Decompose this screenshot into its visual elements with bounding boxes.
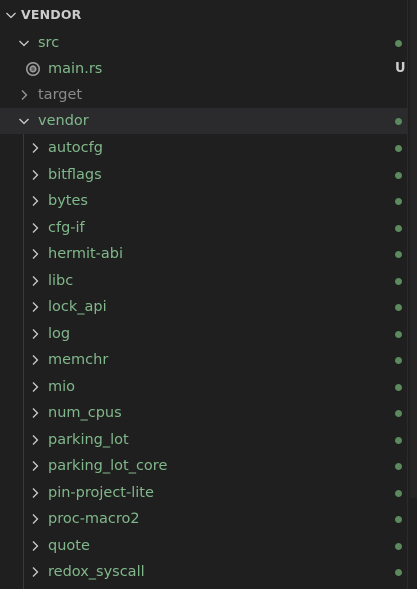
chevron-right-icon xyxy=(32,408,39,418)
tree-item-label: bytes xyxy=(48,193,88,209)
tree-item-label: proc-macro2 xyxy=(48,511,140,527)
chevron-right-icon xyxy=(32,461,39,471)
tree-item-crate[interactable]: bytes xyxy=(0,188,407,214)
tree-item-label: vendor xyxy=(38,113,89,129)
tree-item-label: autocfg xyxy=(48,140,103,156)
chevron-right-icon xyxy=(32,328,39,339)
tree-item-label: pin-project-lite xyxy=(48,484,154,501)
git-status-dot xyxy=(395,383,402,391)
scrollbar-thumb[interactable] xyxy=(410,0,417,498)
tree-item-label: mio xyxy=(48,378,76,395)
tree-item-label: lock_api xyxy=(48,299,107,315)
tree-item-crate[interactable]: autocfg xyxy=(0,135,407,161)
tree-item-label: bitflags xyxy=(48,166,102,183)
tree-item-crate[interactable]: parking_lot xyxy=(0,427,407,453)
tree-item-label: cfg-if xyxy=(48,219,85,236)
chevron-right-icon xyxy=(32,434,39,445)
git-status-dot xyxy=(395,145,402,152)
section-header-vendor[interactable]: VENDOR xyxy=(0,4,407,28)
chevron-right-icon xyxy=(21,90,28,100)
chevron-right-icon xyxy=(32,514,39,524)
tree-item-crate[interactable]: num_cpus xyxy=(0,400,407,426)
tree-item-label: quote xyxy=(48,537,90,554)
tree-item-label: redox_syscall xyxy=(48,564,145,580)
tree-item-crate[interactable]: libc xyxy=(0,268,407,294)
tree-item-crate[interactable]: mio xyxy=(0,374,407,400)
tree-item-src[interactable]: src xyxy=(0,30,407,56)
tree-item-vendor[interactable]: vendor xyxy=(0,108,407,134)
chevron-right-icon xyxy=(32,487,39,498)
tree-item-crate[interactable]: cfg-if xyxy=(0,215,407,241)
tree-item-crate[interactable]: quote xyxy=(0,533,407,559)
git-status-dot xyxy=(395,118,402,125)
chevron-right-icon xyxy=(32,196,39,206)
chevron-right-icon xyxy=(32,275,39,286)
tree-item-label: libc xyxy=(48,272,74,289)
git-status-dot xyxy=(395,410,402,417)
tree-item-crate[interactable]: log xyxy=(0,321,407,347)
tree-item-label: log xyxy=(48,325,71,342)
chevron-right-icon xyxy=(32,222,39,233)
tree-item-crate[interactable]: memchr xyxy=(0,347,407,373)
git-status-dot xyxy=(395,463,402,470)
chevron-right-icon xyxy=(32,540,39,551)
chevron-right-icon xyxy=(32,355,39,365)
git-status-dot xyxy=(395,224,402,232)
tree-item-crate[interactable]: hermit-abi xyxy=(0,241,407,267)
tree-item-crate[interactable]: parking_lot_core xyxy=(0,453,407,479)
git-status-badge: U xyxy=(395,61,406,76)
git-status-dot xyxy=(395,198,402,205)
git-status-dot xyxy=(395,40,402,47)
tree-item-label: hermit-abi xyxy=(48,246,124,262)
tree-item-target[interactable]: target xyxy=(0,82,407,108)
tree-item-crate[interactable]: proc-macro2 xyxy=(0,506,407,532)
tree-item-label: num_cpus xyxy=(48,405,122,421)
git-status-dot xyxy=(395,357,402,364)
chevron-right-icon xyxy=(32,381,39,392)
tree-item-label: target xyxy=(38,87,83,103)
explorer-panel: VENDOR src main.rs U target vendor autoc… xyxy=(0,0,407,589)
chevron-down-icon xyxy=(6,12,16,19)
chevron-down-icon xyxy=(19,118,29,125)
tree-item-label: main.rs xyxy=(48,61,103,77)
git-status-dot xyxy=(395,251,402,258)
git-status-dot xyxy=(395,171,402,179)
tree-item-label: memchr xyxy=(48,352,109,368)
chevron-down-icon xyxy=(19,40,29,47)
section-title: VENDOR xyxy=(21,7,82,22)
git-status-dot xyxy=(395,330,402,338)
tree-item-crate[interactable]: redox_syscall xyxy=(0,559,407,585)
git-status-dot xyxy=(395,277,402,285)
tree-item-crate[interactable]: pin-project-lite xyxy=(0,480,407,506)
chevron-right-icon xyxy=(32,567,39,577)
tree-item-crate[interactable]: lock_api xyxy=(0,294,407,320)
chevron-right-icon xyxy=(32,249,39,259)
tree-item-main-rs[interactable]: main.rs U xyxy=(0,56,407,82)
git-status-dot xyxy=(395,542,402,550)
chevron-right-icon xyxy=(32,302,39,312)
tree-item-label: parking_lot xyxy=(48,431,129,448)
rust-file-icon xyxy=(26,62,40,76)
tree-item-label: parking_lot_core xyxy=(48,458,168,474)
git-status-dot xyxy=(395,436,402,444)
chevron-right-icon xyxy=(32,143,39,153)
git-status-dot xyxy=(395,516,402,523)
chevron-right-icon xyxy=(32,169,39,180)
git-status-dot xyxy=(395,489,402,497)
tree-item-crate[interactable]: bitflags xyxy=(0,162,407,188)
tree-item-label: src xyxy=(38,35,60,51)
git-status-dot xyxy=(395,304,402,311)
git-status-dot xyxy=(395,569,402,576)
